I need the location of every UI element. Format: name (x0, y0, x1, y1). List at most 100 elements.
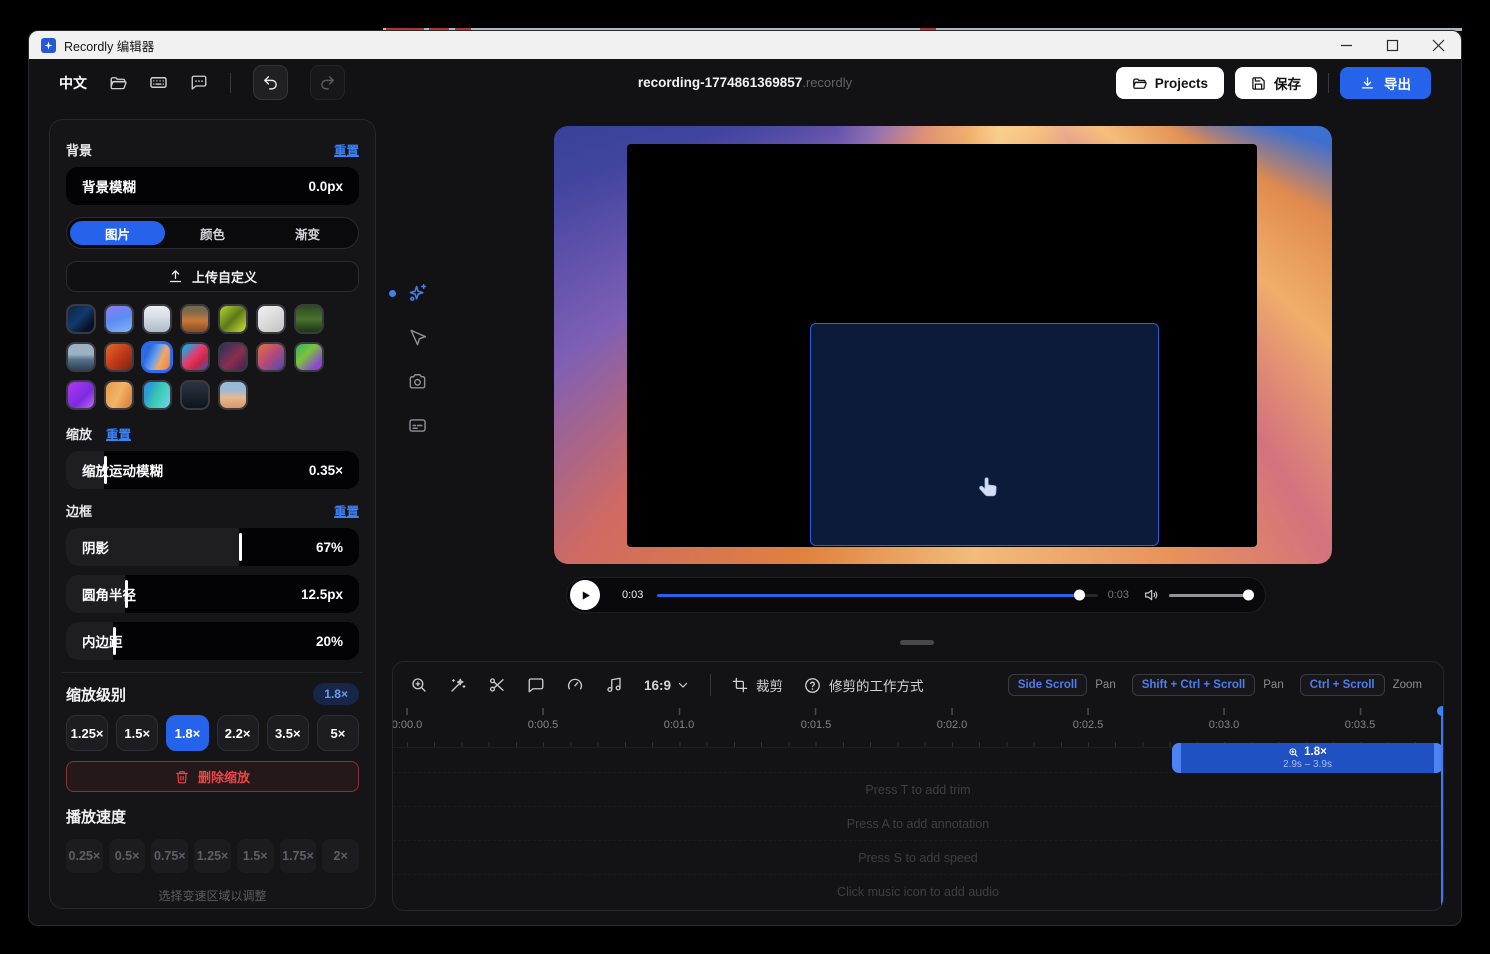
playback-speed-option[interactable]: 1.75× (280, 839, 317, 873)
background-thumbnail[interactable] (294, 304, 324, 334)
zoom-segment[interactable]: 1.8× 2.9s – 3.9s (1172, 743, 1443, 773)
effects-tool[interactable] (397, 271, 437, 315)
language-toggle[interactable]: 中文 (59, 73, 87, 93)
playback-speed-option[interactable]: 0.75× (151, 839, 188, 873)
video-preview-canvas[interactable] (554, 126, 1332, 564)
playback-speed-option[interactable]: 1.5× (237, 839, 274, 873)
background-reset-link[interactable]: 重置 (334, 140, 359, 159)
timeline-track-hint[interactable]: Press A to add annotation (393, 806, 1443, 840)
scroll-mode-key[interactable]: Shift + Ctrl + Scroll (1132, 674, 1256, 696)
seek-slider[interactable] (657, 594, 1097, 597)
timeline-track-hint[interactable]: Click music icon to add audio (393, 874, 1443, 908)
timeline-track-hint[interactable]: Press S to add speed (393, 840, 1443, 874)
slider-handle[interactable] (239, 533, 242, 561)
zoom-level-option[interactable]: 3.5× (267, 715, 309, 751)
corner-radius-slider[interactable]: 圆角半径 12.5px (66, 575, 359, 613)
camera-tool[interactable] (397, 359, 437, 403)
crop-label: 裁剪 (756, 675, 783, 695)
music-icon[interactable] (605, 676, 623, 694)
shadow-slider[interactable]: 阴影 67% (66, 528, 359, 566)
help-circle-icon (804, 677, 821, 694)
background-thumbnail[interactable] (256, 304, 286, 334)
open-folder-icon[interactable] (109, 74, 127, 92)
background-thumbnail[interactable] (142, 304, 172, 334)
projects-button[interactable]: Projects (1116, 67, 1224, 99)
play-button[interactable] (570, 580, 600, 610)
cursor-tool[interactable] (397, 315, 437, 359)
zoom-section-title: 缩放 (66, 424, 92, 443)
close-button[interactable] (1415, 31, 1461, 59)
padding-slider[interactable]: 内边距 20% (66, 622, 359, 660)
panel-resize-handle[interactable] (900, 640, 934, 645)
background-type-tab[interactable]: 渐变 (260, 221, 355, 245)
export-button[interactable]: 导出 (1340, 67, 1431, 99)
background-thumbnail[interactable] (218, 342, 248, 372)
undo-button[interactable] (253, 65, 288, 100)
ruler-time-label: 0:01.5 (801, 719, 832, 731)
speed-gauge-icon[interactable] (566, 676, 584, 694)
zoom-target-region[interactable] (810, 323, 1159, 546)
background-thumbnail[interactable] (180, 342, 210, 372)
zoom-in-icon (1288, 747, 1299, 758)
timeline-ruler[interactable]: 0:00.00:00.50:01.00:01.50:02.00:02.50:03… (393, 708, 1443, 748)
zoom-level-option[interactable]: 1.25× (66, 715, 108, 751)
scissors-icon[interactable] (488, 676, 506, 694)
zoom-reset-link[interactable]: 重置 (106, 424, 131, 443)
background-thumbnail[interactable] (294, 342, 324, 372)
playback-speed-option[interactable]: 0.5× (109, 839, 146, 873)
playhead-handle[interactable] (1437, 706, 1444, 716)
volume-handle[interactable] (1243, 590, 1254, 601)
zoom-level-option[interactable]: 1.5× (116, 715, 158, 751)
background-thumbnail[interactable] (66, 304, 96, 334)
zoom-level-option[interactable]: 2.2× (217, 715, 259, 751)
zoom-level-option[interactable]: 5× (317, 715, 359, 751)
magic-wand-icon[interactable] (449, 676, 467, 694)
background-type-tab[interactable]: 颜色 (165, 221, 260, 245)
app-window: Recordly 编辑器 中文 (28, 30, 1462, 926)
background-thumbnail[interactable] (104, 380, 134, 410)
keyboard-shortcuts-icon[interactable] (149, 73, 168, 92)
background-thumbnail[interactable] (66, 342, 96, 372)
timeline-toolbar: 16:9 裁剪 修剪的工作方式 Side Scroll Pan (393, 662, 1443, 708)
background-thumbnail[interactable] (104, 342, 134, 372)
feedback-chat-icon[interactable] (190, 74, 208, 92)
playback-speed-option[interactable]: 2× (322, 839, 359, 873)
background-thumbnail[interactable] (218, 380, 248, 410)
background-thumbnail[interactable] (104, 304, 134, 334)
border-section-title: 边框 (66, 501, 92, 520)
crop-button[interactable]: 裁剪 (732, 675, 783, 695)
zoom-level-option[interactable]: 1.8× (166, 715, 208, 751)
timeline-zoom-icon[interactable] (410, 676, 428, 694)
playback-speed-option[interactable]: 1.25× (194, 839, 231, 873)
background-thumbnail[interactable] (180, 304, 210, 334)
background-thumbnail[interactable] (142, 380, 172, 410)
border-reset-link[interactable]: 重置 (334, 501, 359, 520)
delete-zoom-button[interactable]: 删除缩放 (66, 761, 359, 792)
zoom-motion-blur-slider[interactable]: 缩放运动模糊 0.35× (66, 451, 359, 489)
annotation-icon[interactable] (527, 676, 545, 694)
trim-help-button[interactable]: 修剪的工作方式 (804, 675, 924, 695)
scroll-mode-key[interactable]: Side Scroll (1008, 674, 1087, 696)
background-type-tab[interactable]: 图片 (70, 221, 165, 245)
volume-icon[interactable] (1143, 587, 1159, 603)
background-thumbnail[interactable] (142, 342, 172, 372)
playback-speed-option[interactable]: 0.25× (66, 839, 103, 873)
background-thumbnail[interactable] (180, 380, 210, 410)
seek-handle[interactable] (1074, 590, 1085, 601)
timeline-track-hint[interactable]: Press T to add trim (393, 772, 1443, 806)
captions-tool[interactable] (397, 403, 437, 447)
minimize-button[interactable] (1323, 31, 1369, 59)
aspect-ratio-dropdown[interactable]: 16:9 (644, 678, 689, 693)
maximize-button[interactable] (1369, 31, 1415, 59)
background-thumbnail[interactable] (218, 304, 248, 334)
background-thumbnail[interactable] (256, 342, 286, 372)
background-blur-slider[interactable]: 背景模糊 0.0px (66, 167, 359, 205)
volume-slider[interactable] (1169, 594, 1249, 597)
redo-button[interactable] (310, 65, 345, 100)
save-button[interactable]: 保存 (1235, 67, 1317, 99)
background-thumbnail[interactable] (66, 380, 96, 410)
scroll-mode-key[interactable]: Ctrl + Scroll (1300, 674, 1385, 696)
upload-custom-button[interactable]: 上传自定义 (66, 261, 359, 292)
playhead-line[interactable] (1441, 714, 1444, 905)
scroll-mode: Ctrl + Scroll Zoom (1300, 674, 1429, 696)
